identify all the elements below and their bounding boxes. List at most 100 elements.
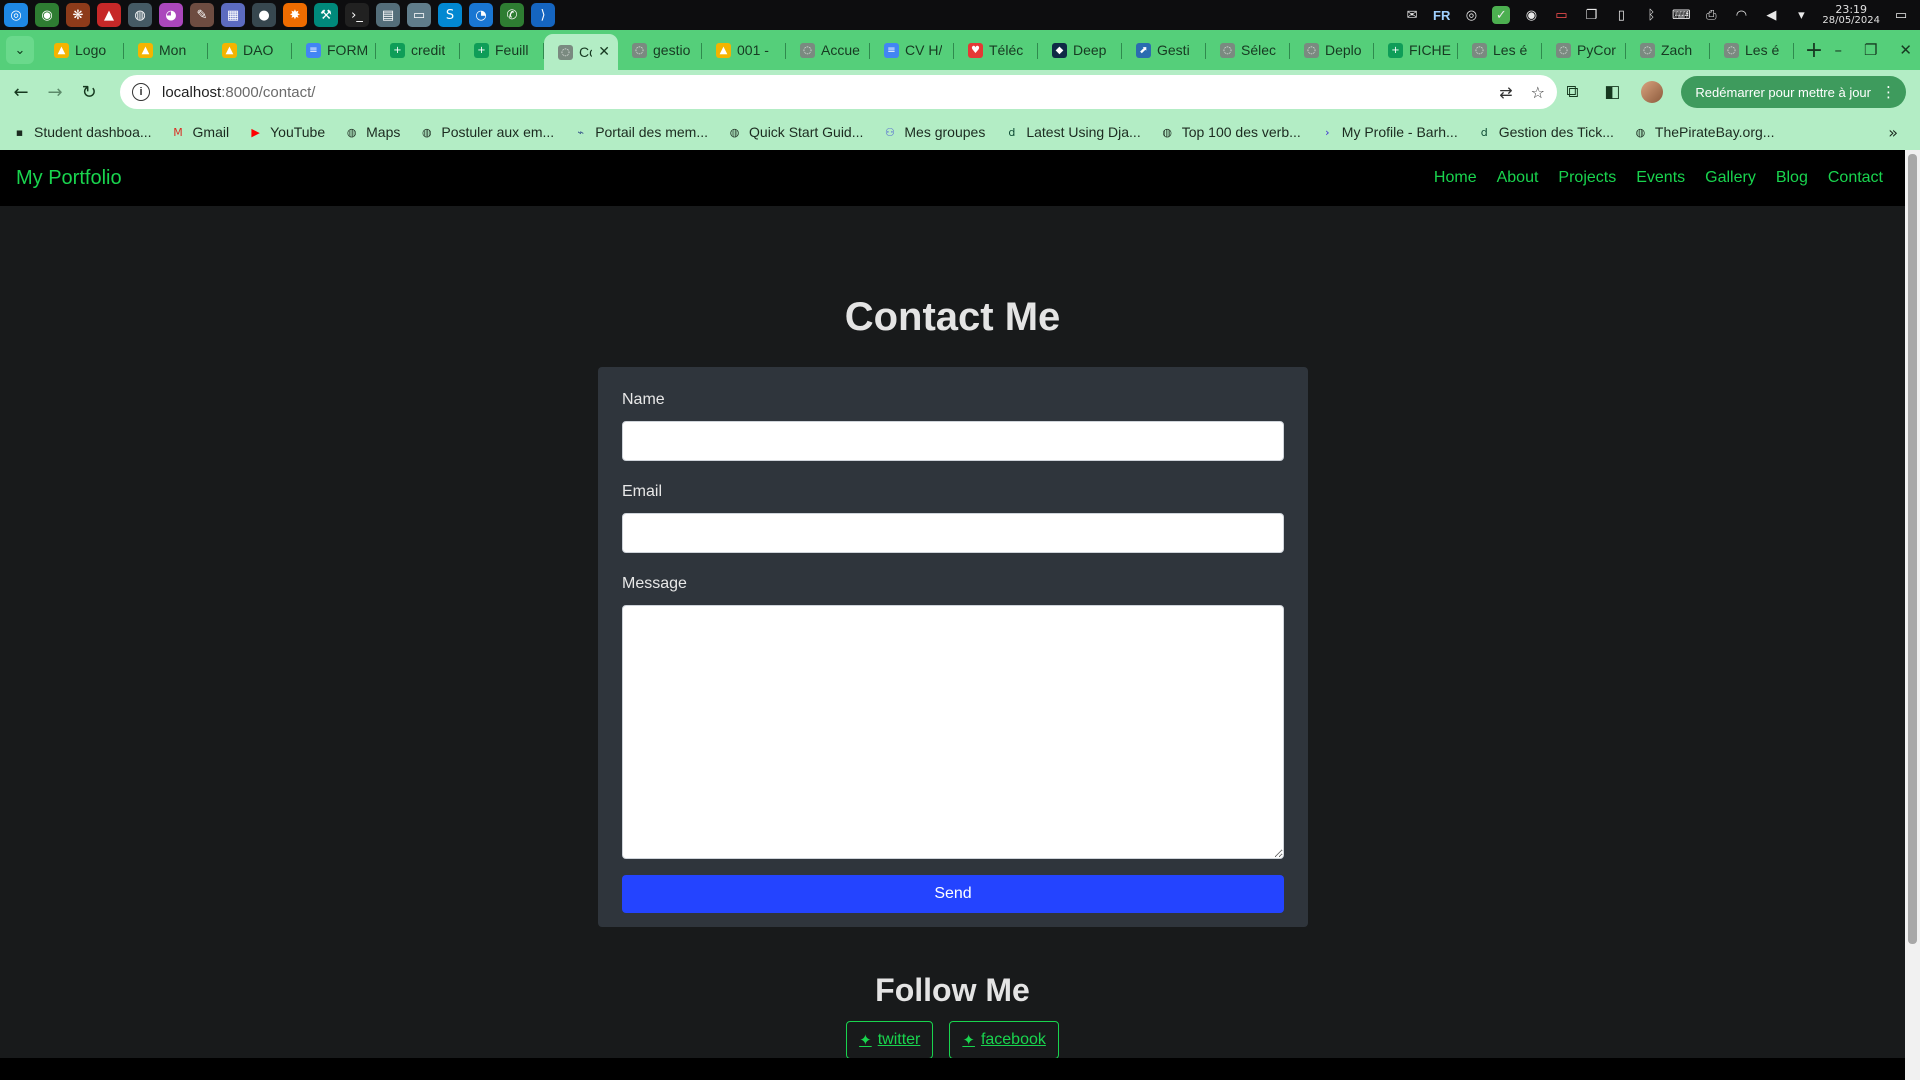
bookmark-item[interactable]: ◍ Maps <box>344 124 401 140</box>
nav-link-about[interactable]: About <box>1497 169 1539 187</box>
bookmark-item[interactable]: ▶ YouTube <box>248 124 325 140</box>
url-text[interactable]: localhost:8000/contact/ <box>162 84 315 101</box>
page-scrollbar[interactable] <box>1905 150 1920 1080</box>
nav-link-home[interactable]: Home <box>1434 169 1477 187</box>
chromium-tray-icon[interactable]: ◎ <box>1462 6 1480 24</box>
scrollbar-thumb[interactable] <box>1908 154 1917 944</box>
nav-link-blog[interactable]: Blog <box>1776 169 1808 187</box>
screen-cast-icon[interactable]: ▭ <box>1552 6 1570 24</box>
bookmark-item[interactable]: › My Profile - Barh... <box>1320 124 1458 140</box>
profile-avatar[interactable] <box>1641 81 1664 103</box>
pinwheel-app-icon[interactable]: ✸ <box>283 3 307 27</box>
tab[interactable]: ◌ Les é <box>1710 34 1794 66</box>
tab[interactable]: ≡ FORM <box>292 34 376 66</box>
tab[interactable]: ♥ Téléc <box>954 34 1038 66</box>
gimp-app-icon[interactable]: ✎ <box>190 3 214 27</box>
tab[interactable]: + Feuill <box>460 34 544 66</box>
more-menu-icon[interactable]: ⋮ <box>1881 83 1896 101</box>
tab[interactable]: + FICHE <box>1374 34 1458 66</box>
triangle-app-icon[interactable]: ▲ <box>97 3 121 27</box>
new-tab-button[interactable]: + <box>1800 36 1828 64</box>
bookmark-item[interactable]: d Latest Using Dja... <box>1004 124 1140 140</box>
tab[interactable]: ◌ Sélec <box>1206 34 1290 66</box>
email-field[interactable] <box>622 513 1284 553</box>
bookmark-item[interactable]: ◍ Top 100 des verb... <box>1160 124 1300 140</box>
chrome-app-icon[interactable]: ◉ <box>35 3 59 27</box>
terminal-app-icon[interactable]: ›_ <box>345 3 369 27</box>
tab[interactable]: ◆ Deep <box>1038 34 1122 66</box>
printer-icon[interactable]: ⎙ <box>1702 6 1720 24</box>
bookmark-item[interactable]: d Gestion des Tick... <box>1477 124 1614 140</box>
site-info-icon[interactable]: i <box>132 83 150 101</box>
messenger-app-icon[interactable]: ◔ <box>469 3 493 27</box>
back-button[interactable]: ← <box>4 75 38 109</box>
tab[interactable]: ◌ Zach <box>1626 34 1710 66</box>
calculator-app-icon[interactable]: ▦ <box>221 3 245 27</box>
side-panel-icon[interactable]: ◧ <box>1601 81 1623 103</box>
vscode-app-icon[interactable]: ⟩ <box>531 3 555 27</box>
clipboard-icon[interactable]: ❐ <box>1582 6 1600 24</box>
wifi-icon[interactable]: ◠ <box>1732 6 1750 24</box>
tab[interactable]: + credit <box>376 34 460 66</box>
extensions-icon[interactable]: ⧉ <box>1561 81 1583 103</box>
color-picker-app-icon[interactable]: ◕ <box>159 3 183 27</box>
nav-link-projects[interactable]: Projects <box>1558 169 1616 187</box>
site-brand[interactable]: My Portfolio <box>16 167 122 190</box>
update-button[interactable]: Redémarrer pour mettre à jour ⋮ <box>1681 76 1906 108</box>
tab[interactable]: ▲ DAO <box>208 34 292 66</box>
message-field[interactable] <box>622 605 1284 859</box>
bookmark-item[interactable]: M Gmail <box>171 124 229 140</box>
chrome-tray-icon[interactable]: ◉ <box>1522 6 1540 24</box>
bookmark-item[interactable]: ◍ Quick Start Guid... <box>727 124 864 140</box>
tab[interactable]: ◌ Accue <box>786 34 870 66</box>
tab-active[interactable]: ◌ Co ✕ <box>544 34 618 70</box>
disc-app-icon[interactable]: ● <box>252 3 276 27</box>
bookmark-item[interactable]: ⌁ Portail des mem... <box>573 124 708 140</box>
bluetooth-icon[interactable]: ᛒ <box>1642 6 1660 24</box>
facebook-button[interactable]: ✦ facebook <box>949 1021 1059 1059</box>
notification-icon[interactable]: ✉ <box>1403 6 1421 24</box>
volume-icon[interactable]: ◀ <box>1762 6 1780 24</box>
forward-button[interactable]: → <box>38 75 72 109</box>
phone-icon[interactable]: ▯ <box>1612 6 1630 24</box>
bookmark-item[interactable]: ◍ Postuler aux em... <box>419 124 554 140</box>
nav-link-events[interactable]: Events <box>1636 169 1685 187</box>
tab[interactable]: ◌ gestio <box>618 34 702 66</box>
restore-icon[interactable]: ❐ <box>1864 41 1877 59</box>
minimize-icon[interactable]: – <box>1834 41 1842 59</box>
keyboard-icon[interactable]: ⌨ <box>1672 6 1691 24</box>
check-tray-icon[interactable]: ✓ <box>1492 6 1511 24</box>
tab[interactable]: ◌ Deplo <box>1290 34 1374 66</box>
files-app-icon[interactable]: ▭ <box>407 3 431 27</box>
tab[interactable]: ▲ 001 - <box>702 34 786 66</box>
tab[interactable]: ▲ Logo <box>40 34 124 66</box>
bookmark-item[interactable]: ⚇ Mes groupes <box>882 124 985 140</box>
leaf-app-icon[interactable]: ❋ <box>66 3 90 27</box>
bookmark-star-icon[interactable]: ☆ <box>1531 83 1545 102</box>
close-tab-icon[interactable]: ✕ <box>598 44 610 60</box>
tab[interactable]: ⬈ Gesti <box>1122 34 1206 66</box>
chevron-down-icon[interactable]: ▾ <box>1792 6 1810 24</box>
keyboard-layout-indicator[interactable]: FR <box>1433 8 1450 23</box>
chromium-app-icon[interactable]: ◍ <box>128 3 152 27</box>
send-button[interactable]: Send <box>622 875 1284 913</box>
tab-search-button[interactable]: ⌄ <box>6 36 34 64</box>
tab[interactable]: ◌ PyCor <box>1542 34 1626 66</box>
close-window-icon[interactable]: ✕ <box>1899 41 1912 59</box>
tab[interactable]: ≡ CV H/ <box>870 34 954 66</box>
system-monitor-app-icon[interactable]: ▤ <box>376 3 400 27</box>
translate-icon[interactable]: ⇄ <box>1499 83 1512 102</box>
show-desktop-icon[interactable]: ▭ <box>1892 6 1910 24</box>
reload-button[interactable]: ↻ <box>72 75 106 109</box>
whatsapp-app-icon[interactable]: ✆ <box>500 3 524 27</box>
nav-link-gallery[interactable]: Gallery <box>1705 169 1756 187</box>
bookmark-item[interactable]: ▪ Student dashboa... <box>12 124 152 140</box>
name-field[interactable] <box>622 421 1284 461</box>
twitter-button[interactable]: ✦ twitter <box>846 1021 934 1059</box>
tab[interactable]: ◌ Les é <box>1458 34 1542 66</box>
tab[interactable]: ▲ Mon <box>124 34 208 66</box>
skype-app-icon[interactable]: S <box>438 3 462 27</box>
bookmark-item[interactable]: ◍ ThePirateBay.org... <box>1633 124 1775 140</box>
clock[interactable]: 23:19 28/05/2024 <box>1822 4 1880 26</box>
nav-link-contact[interactable]: Contact <box>1828 169 1883 187</box>
